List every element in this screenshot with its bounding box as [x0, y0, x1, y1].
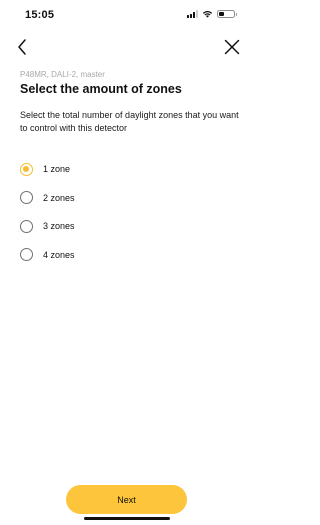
- next-button[interactable]: Next: [66, 485, 187, 514]
- zone-option-1[interactable]: 1 zone: [20, 161, 240, 177]
- wifi-icon: [202, 11, 213, 18]
- zone-option-label: 2 zones: [43, 192, 75, 203]
- device-subtitle: P48MR, DALI-2, master: [20, 70, 105, 79]
- close-icon: [224, 39, 240, 55]
- status-bar: 15:05: [0, 0, 254, 30]
- zone-option-label: 4 zones: [43, 249, 75, 260]
- radio-button[interactable]: [20, 219, 33, 233]
- zone-option-3[interactable]: 3 zones: [20, 218, 240, 234]
- radio-button[interactable]: [20, 248, 33, 262]
- back-button[interactable]: [14, 37, 32, 57]
- radio-button[interactable]: [20, 191, 33, 205]
- status-time: 15:05: [25, 9, 55, 21]
- status-icons: [187, 10, 237, 18]
- zone-option-4[interactable]: 4 zones: [20, 247, 240, 263]
- zone-option-label: 3 zones: [43, 221, 75, 232]
- battery-level-fill: [219, 12, 225, 16]
- chevron-left-icon: [18, 39, 26, 55]
- zone-options: 1 zone 2 zones 3 zones 4 zones: [20, 161, 240, 275]
- cellular-signal-icon: [187, 10, 198, 18]
- home-indicator[interactable]: [84, 517, 170, 520]
- radio-button[interactable]: [20, 162, 33, 176]
- page-title: Select the amount of zones: [20, 82, 182, 96]
- zone-option-label: 1 zone: [43, 164, 71, 174]
- close-button[interactable]: [222, 37, 242, 57]
- description-text: Select the total number of daylight zone…: [20, 110, 239, 133]
- zone-option-2[interactable]: 2 zones: [20, 190, 240, 206]
- battery-icon: [217, 10, 237, 18]
